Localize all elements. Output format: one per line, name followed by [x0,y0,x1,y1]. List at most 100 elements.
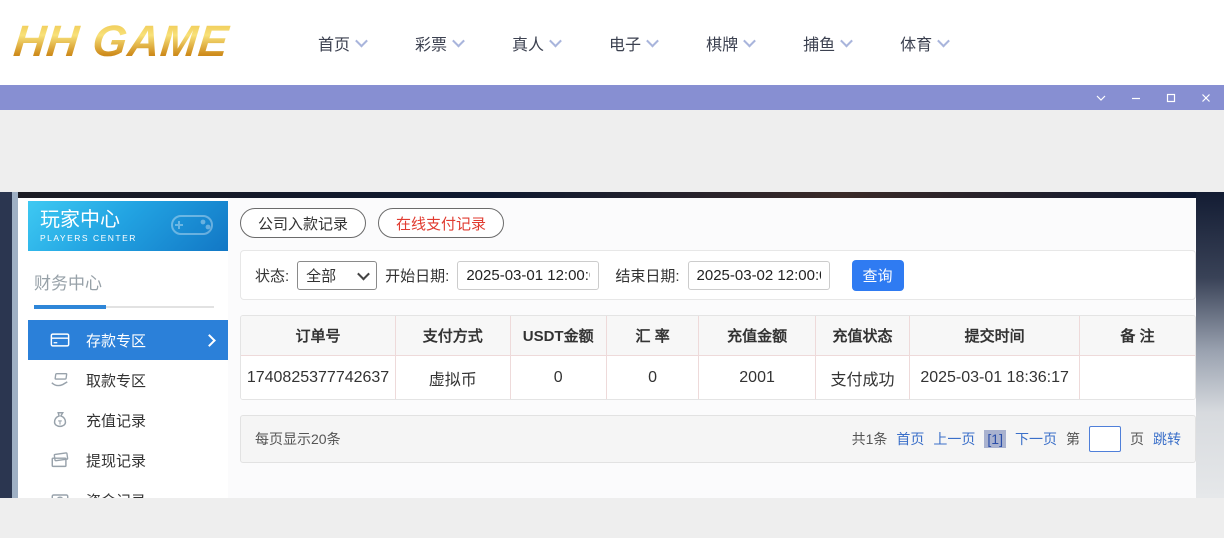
window-dropdown-icon[interactable] [1094,91,1107,104]
end-date-input[interactable] [688,261,830,290]
page-prefix-label: 第 [1066,429,1080,449]
tab-online-payment-records[interactable]: 在线支付记录 [378,208,504,238]
nav-item-live[interactable]: 真人 [512,31,560,55]
nav-item-lottery[interactable]: 彩票 [415,31,463,55]
next-page-link[interactable]: 下一页 [1015,429,1057,449]
cell-recharge-status: 支付成功 [815,356,909,400]
sidebar-menu: 存款专区 取款专区 充值记录 提现记录 [28,320,228,498]
col-recharge-amount: 充值金额 [699,316,815,356]
filter-bar: 状态: 全部 开始日期: 结束日期: 查询 [240,250,1196,300]
nav-item-fishing[interactable]: 捕鱼 [803,31,851,55]
cell-recharge-amount: 2001 [699,356,815,400]
top-nav: HH GAME 首页 彩票 真人 电子 棋牌 捕鱼 体育 [0,0,1224,85]
page-suffix-label: 页 [1130,429,1144,449]
col-usdt-amount: USDT金额 [510,316,606,356]
chevron-down-icon [355,35,368,48]
sidebar-item-funds-records[interactable]: 资金记录 [28,480,228,498]
sidebar-item-label: 提现记录 [86,450,146,471]
records-table-wrap: 订单号 支付方式 USDT金额 汇 率 充值金额 充值状态 提交时间 备 注 1… [240,315,1196,400]
sidebar-header: 玩家中心 PLAYERS CENTER [28,201,228,251]
chevron-right-icon [203,334,216,347]
pager: 共1条 首页 上一页 [1] 下一页 第 页 跳转 [852,426,1181,452]
sidebar-item-deposit[interactable]: 存款专区 [28,320,228,360]
jump-link[interactable]: 跳转 [1153,429,1181,449]
total-count: 共1条 [852,429,888,449]
chevron-down-icon [937,35,950,48]
tab-company-deposit-records[interactable]: 公司入款记录 [240,208,366,238]
col-submit-time: 提交时间 [910,316,1080,356]
start-date-input[interactable] [457,261,599,290]
col-pay-method: 支付方式 [396,316,510,356]
window-close-icon[interactable] [1199,91,1212,104]
main-menu: 首页 彩票 真人 电子 棋牌 捕鱼 体育 [318,0,948,85]
logo: HH GAME [11,14,232,70]
nav-item-sports[interactable]: 体育 [900,31,948,55]
col-remark: 备 注 [1080,316,1196,356]
window-maximize-icon[interactable] [1164,91,1177,104]
hand-money-icon [50,370,70,390]
cell-usdt-amount: 0 [510,356,606,400]
record-tabs: 公司入款记录 在线支付记录 [240,208,1196,238]
chevron-down-icon [549,35,562,48]
sidebar-divider [34,306,214,308]
cell-pay-method: 虚拟币 [396,356,510,400]
sidebar-item-withdrawal-records[interactable]: 提现记录 [28,440,228,480]
first-page-link[interactable]: 首页 [896,429,924,449]
cell-submit-time: 2025-03-01 18:36:17 [910,356,1080,400]
col-recharge-status: 充值状态 [815,316,909,356]
bank-card-icon [50,330,70,350]
money-bag-icon [50,410,70,430]
nav-item-slots[interactable]: 电子 [609,31,657,55]
nav-item-home[interactable]: 首页 [318,31,366,55]
per-page-label: 每页显示20条 [255,429,341,449]
nav-item-label: 彩票 [415,31,447,55]
sidebar-item-label: 取款专区 [86,370,146,391]
records-table: 订单号 支付方式 USDT金额 汇 率 充值金额 充值状态 提交时间 备 注 1… [241,316,1195,399]
nav-item-label: 首页 [318,31,350,55]
background-left-edge [0,192,18,498]
prev-page-link[interactable]: 上一页 [933,429,975,449]
query-button[interactable]: 查询 [852,260,904,291]
funds-icon [50,490,70,498]
cell-rate: 0 [606,356,699,400]
sidebar-item-label: 充值记录 [86,410,146,431]
chevron-down-icon [840,35,853,48]
background-right-edge [1196,192,1224,498]
gamepad-icon [166,210,218,245]
content-area: 公司入款记录 在线支付记录 状态: 全部 开始日期: 结束日期: 查询 [228,198,1196,498]
pagination-bar: 每页显示20条 共1条 首页 上一页 [1] 下一页 第 页 跳转 [240,415,1196,463]
cell-remark [1080,356,1196,400]
chevron-down-icon [357,267,370,280]
nav-item-label: 电子 [609,31,641,55]
cell-order-no: 1740825377742637 [241,356,396,400]
table-header-row: 订单号 支付方式 USDT金额 汇 率 充值金额 充值状态 提交时间 备 注 [241,316,1195,356]
wallet-icon [50,450,70,470]
sidebar-item-label: 资金记录 [86,490,146,499]
start-date-label: 开始日期: [385,265,449,286]
status-select[interactable]: 全部 [297,261,377,290]
nav-item-label: 棋牌 [706,31,738,55]
sidebar-item-label: 存款专区 [86,330,146,351]
chevron-down-icon [452,35,465,48]
window-minimize-icon[interactable] [1129,91,1142,104]
col-rate: 汇 率 [606,316,699,356]
col-order-no: 订单号 [241,316,396,356]
nav-item-chess[interactable]: 棋牌 [706,31,754,55]
window-titlebar [0,85,1224,110]
sidebar-item-recharge-records[interactable]: 充值记录 [28,400,228,440]
sidebar-section-title: 财务中心 [34,269,214,294]
page-jump-input[interactable] [1089,426,1121,452]
end-date-label: 结束日期: [615,265,679,286]
chevron-down-icon [743,35,756,48]
nav-item-label: 真人 [512,31,544,55]
status-select-value: 全部 [306,265,336,286]
table-row: 1740825377742637 虚拟币 0 0 2001 支付成功 2025-… [241,356,1195,400]
status-label: 状态: [255,265,289,286]
nav-item-label: 捕鱼 [803,31,835,55]
main-panel: 玩家中心 PLAYERS CENTER 财务中心 存款专区 [0,192,1224,498]
chevron-down-icon [646,35,659,48]
nav-item-label: 体育 [900,31,932,55]
sidebar-item-withdraw[interactable]: 取款专区 [28,360,228,400]
players-center-sidebar: 玩家中心 PLAYERS CENTER 财务中心 存款专区 [18,198,228,498]
current-page-badge[interactable]: [1] [984,430,1006,448]
